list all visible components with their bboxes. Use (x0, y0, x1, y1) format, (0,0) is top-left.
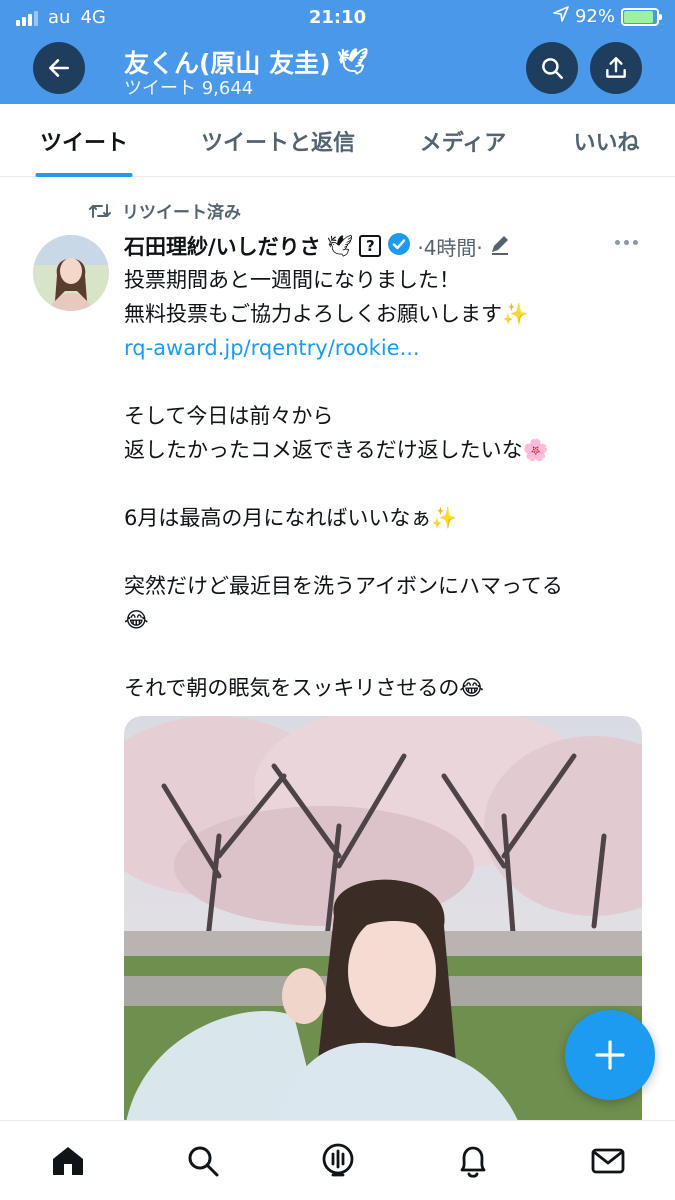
retweet-icon (89, 203, 111, 218)
edit-icon (489, 233, 511, 260)
tab-label: メディア (419, 130, 507, 156)
tab-label: いいね (573, 130, 640, 156)
tweet-line: 返したかったコメ返できるだけ返したいな🌸 (124, 438, 549, 462)
tweet-line: それで朝の眠気をスッキリさせるの😂 (124, 676, 484, 700)
messages-icon (591, 1148, 624, 1173)
more-icon[interactable] (615, 240, 638, 245)
location-icon (553, 6, 569, 27)
tweet-line: 😂 (124, 608, 149, 632)
share-button[interactable] (590, 42, 642, 94)
retweet-context: リツイート済み (88, 198, 241, 223)
unknown-glyph-icon: ? (359, 235, 382, 257)
tweet-text: 投票期間あと一週間になりました！ 無料投票もご協力よろしくお願いします✨ rq-… (124, 263, 644, 705)
back-button[interactable] (33, 42, 85, 94)
home-icon (52, 1146, 83, 1175)
avatar[interactable] (33, 235, 109, 311)
search-button[interactable] (526, 42, 578, 94)
tweet-link[interactable]: rq-award.jp/rqentry/rookie... (124, 331, 644, 365)
author-name[interactable]: 石田理紗/いしだりさ (124, 231, 321, 261)
tweet-line: 投票期間あと一週間になりました！ (124, 268, 460, 292)
nav-notifications[interactable] (443, 1131, 503, 1191)
status-right: 92% (553, 6, 662, 27)
author-emoji: 🕊 (326, 233, 354, 258)
back-arrow-icon (49, 59, 69, 77)
tab-media[interactable]: メディア (388, 104, 538, 177)
nav-messages[interactable] (578, 1131, 638, 1191)
tab-tweets-and-replies[interactable]: ツイートと返信 (168, 104, 388, 177)
tweet-line: 無料投票もご協力よろしくお願いします✨ (124, 302, 529, 326)
profile-bar: 友くん(原山 友圭) 🕊 ツイート 9,644 (0, 42, 675, 104)
tab-likes[interactable]: いいね (538, 104, 675, 177)
tab-label: ツイートと返信 (200, 130, 355, 156)
profile-tabs: ツイート ツイートと返信 メディア いいね (0, 104, 675, 177)
tweet-photo[interactable] (124, 716, 642, 1136)
nav-search[interactable] (173, 1131, 233, 1191)
verified-badge-icon (387, 232, 411, 261)
tweet-count: ツイート 9,644 (124, 78, 254, 99)
nav-spaces[interactable] (308, 1131, 368, 1191)
status-bar: au 4G 21:10 92% (0, 0, 675, 34)
tweet-line: 突然だけど最近目を洗うアイボンにハマってる (124, 574, 563, 598)
tweet-line: 6月は最高の月になればいいなぁ✨ (124, 506, 458, 530)
tab-label: ツイート (39, 130, 128, 156)
active-tab-indicator (35, 173, 133, 177)
dove-emoji: 🕊 (336, 47, 369, 76)
tweet-timestamp[interactable]: ·4時間· (417, 232, 482, 261)
compose-button[interactable] (565, 1010, 655, 1100)
search-icon (542, 58, 563, 79)
spaces-icon (322, 1143, 353, 1176)
tweet-header: 石田理紗/いしだりさ 🕊 ? ·4時間· (124, 231, 511, 261)
battery-icon (621, 7, 662, 26)
plus-icon (595, 1040, 625, 1070)
bottom-nav (0, 1120, 675, 1200)
retweet-label: リツイート済み (122, 203, 241, 223)
notifications-icon (460, 1146, 485, 1178)
tab-tweets[interactable]: ツイート (0, 104, 168, 177)
nav-home[interactable] (38, 1131, 98, 1191)
share-icon (606, 57, 626, 78)
app-header: au 4G 21:10 92% 友くん(原山 友圭) 🕊 ツイート 9,644 (0, 0, 675, 104)
tweet-line: そして今日は前々から (124, 404, 334, 428)
search-icon (188, 1146, 218, 1176)
battery-percent: 92% (574, 6, 615, 27)
